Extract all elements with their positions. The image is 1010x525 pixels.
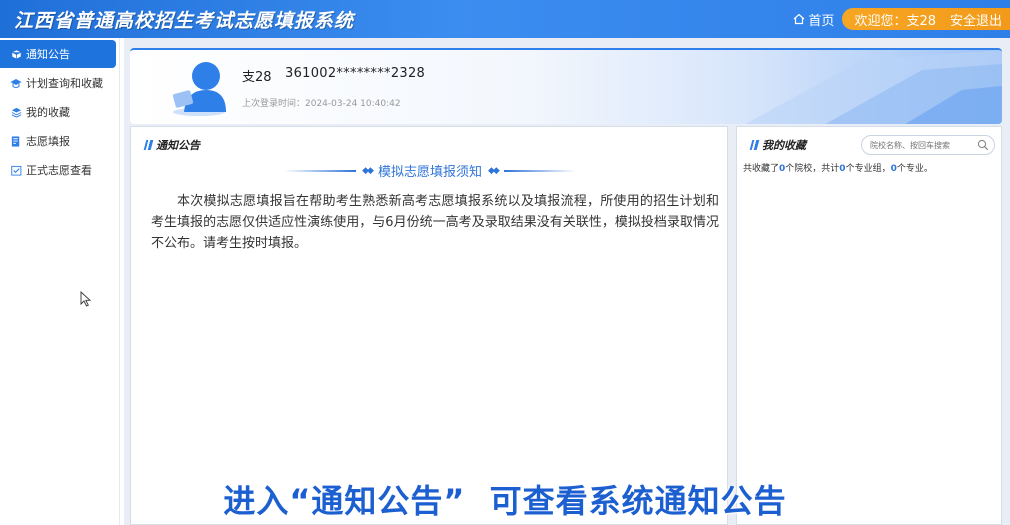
top-header: 江西省普通高校招生考试志愿填报系统 首页 欢迎您：支28 安全退出: [0, 0, 1010, 38]
notice-panel-title: 通知公告: [143, 137, 200, 153]
favorites-search-input[interactable]: [861, 135, 995, 155]
home-link[interactable]: 首页: [793, 10, 834, 29]
title-bars-icon: [143, 140, 154, 150]
header-right: 首页 欢迎您：支28 安全退出: [793, 0, 1010, 38]
sidebar: 通知公告 计划查询和收藏 我的收藏 志愿填报 正式志愿查看: [0, 38, 120, 525]
notice-panel: 通知公告 ◆◆ 模拟志愿填报须知 ◆◆ 本次模拟志愿填报旨在帮助考生熟悉新高考志…: [130, 126, 728, 525]
groups-text: 个专业组，: [845, 164, 891, 174]
sidebar-item-application[interactable]: 志愿填报: [0, 127, 119, 155]
notice-heading: ◆◆ 模拟志愿填报须知 ◆◆: [131, 161, 729, 180]
video-caption: 进入“通知公告” 可查看系统通知公告: [223, 482, 787, 520]
majors-text: 个专业。: [896, 164, 933, 174]
search-icon[interactable]: [977, 139, 989, 151]
checklist-icon: [10, 164, 22, 176]
title-bars-icon: [749, 140, 760, 150]
sidebar-item-label: 正式志愿查看: [26, 164, 92, 177]
user-pill: 欢迎您：支28 安全退出: [842, 8, 1010, 30]
edit-document-icon: [10, 135, 22, 147]
favorites-panel-title: 我的收藏: [749, 137, 806, 153]
schools-text: 个院校，共计: [785, 164, 840, 174]
profile-decoration: [745, 50, 1002, 124]
logout-button[interactable]: 安全退出: [950, 10, 1002, 29]
user-id: 361002********2328: [285, 66, 426, 81]
sidebar-item-label: 计划查询和收藏: [26, 77, 103, 90]
diamond-icon: ◆◆: [362, 165, 374, 176]
favorites-panel-title-text: 我的收藏: [762, 139, 806, 152]
cube-icon: [10, 48, 22, 60]
welcome-text: 欢迎您：支28: [854, 13, 936, 29]
sidebar-item-favorites[interactable]: 我的收藏: [0, 98, 119, 126]
summary-prefix: 共收藏了: [743, 164, 780, 174]
favorites-summary: 共收藏了0个院校，共计0个专业组，0个专业。: [743, 161, 933, 174]
sidebar-item-label: 我的收藏: [26, 106, 70, 119]
diamond-icon: ◆◆: [488, 165, 500, 176]
layers-icon: [10, 106, 22, 118]
heading-deco-right: [503, 169, 576, 172]
home-label: 首页: [808, 13, 835, 29]
avatar: [172, 62, 226, 116]
sidebar-item-official-view[interactable]: 正式志愿查看: [0, 156, 119, 184]
favorites-panel: 我的收藏 共收藏了0个院校，共计0个专业组，0个专业。: [736, 126, 1002, 525]
last-login-time: 上次登录时间：2024-03-24 10:40:42: [242, 99, 401, 109]
sidebar-item-notices[interactable]: 通知公告: [0, 40, 116, 68]
mouse-cursor-icon: [80, 291, 92, 307]
app-title: 江西省普通高校招生考试志愿填报系统: [14, 9, 355, 32]
main-content: 支28 361002********2328 上次登录时间：2024-03-24…: [124, 38, 1010, 525]
sidebar-item-plan-search[interactable]: 计划查询和收藏: [0, 69, 119, 97]
notice-body: 本次模拟志愿填报旨在帮助考生熟悉新高考志愿填报系统以及填报流程，所使用的招生计划…: [151, 194, 719, 251]
graduation-cap-icon: [10, 77, 22, 89]
notice-panel-title-text: 通知公告: [156, 139, 200, 152]
notice-heading-text: 模拟志愿填报须知: [377, 165, 482, 180]
sidebar-item-label: 志愿填报: [26, 135, 70, 148]
sidebar-item-label: 通知公告: [26, 48, 70, 61]
heading-deco-left: [284, 169, 357, 172]
user-name: 支28: [242, 70, 272, 85]
profile-card: 支28 361002********2328 上次登录时间：2024-03-24…: [130, 48, 1002, 124]
home-icon: [794, 13, 805, 25]
